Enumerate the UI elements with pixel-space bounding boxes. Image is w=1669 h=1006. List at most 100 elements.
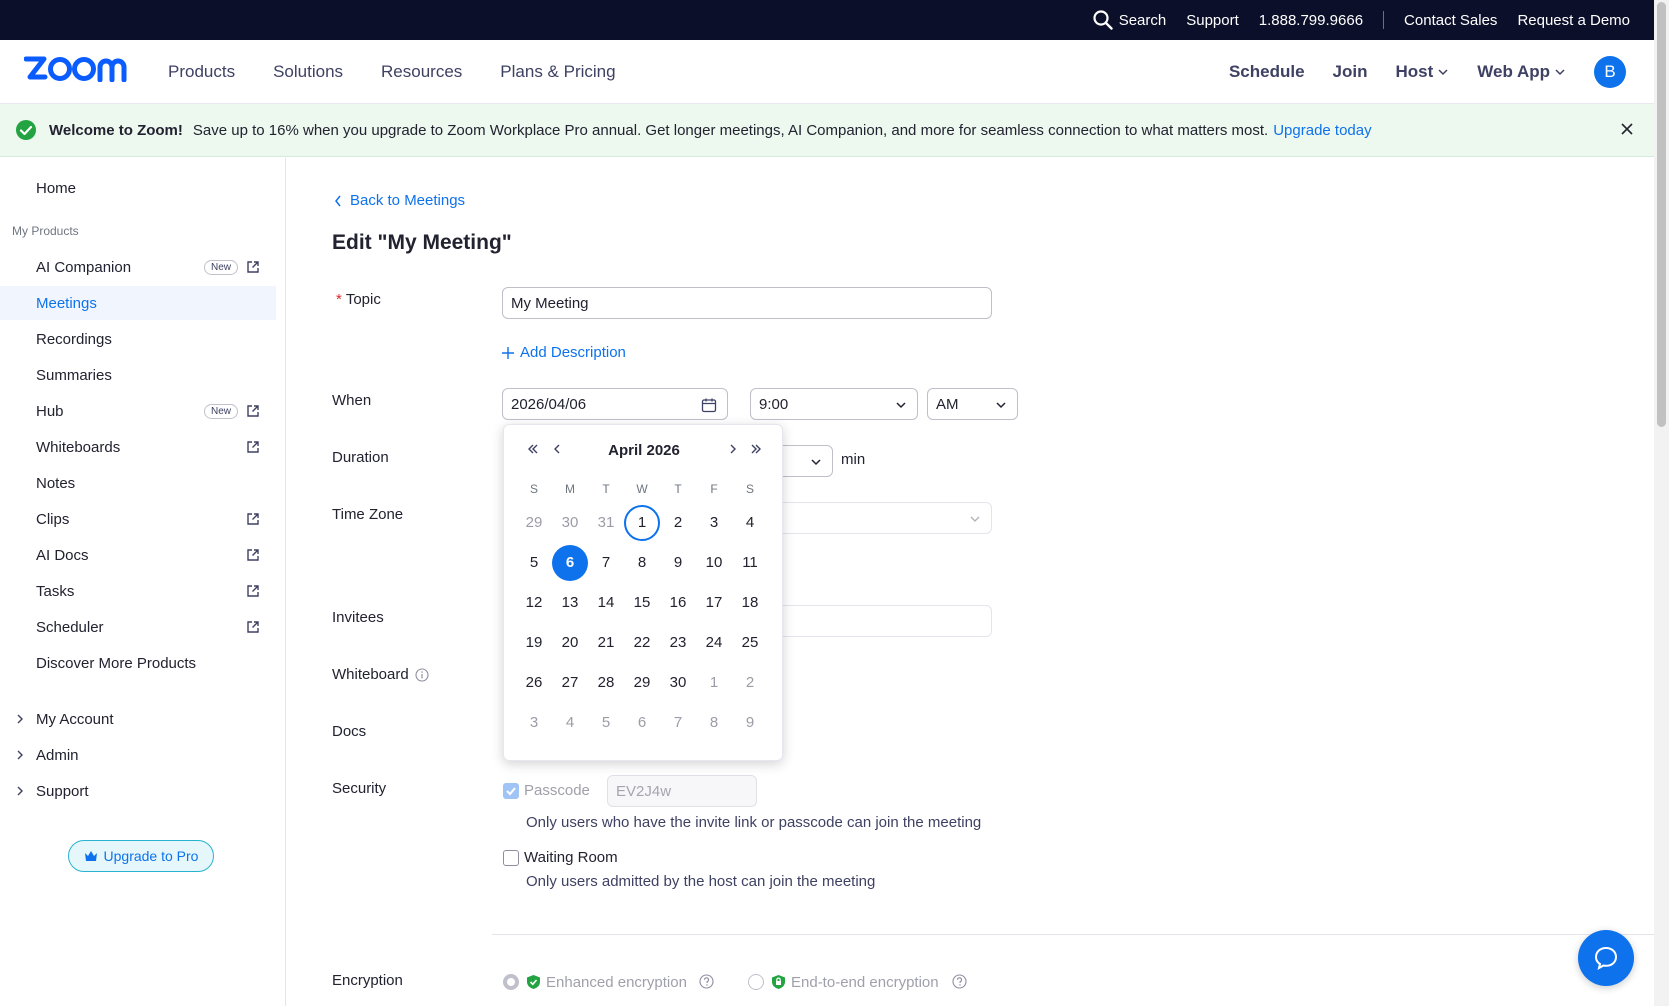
calendar-day[interactable]: 22	[624, 625, 660, 661]
calendar-day[interactable]: 7	[660, 705, 696, 741]
sidebar-item-clips[interactable]: Clips	[0, 502, 276, 536]
next-month-button[interactable]	[726, 442, 740, 456]
calendar-day[interactable]: 23	[660, 625, 696, 661]
sidebar-item-ai-docs[interactable]: AI Docs	[0, 538, 276, 572]
calendar-day[interactable]: 30	[552, 505, 588, 541]
sidebar-item-notes[interactable]: Notes	[0, 466, 276, 500]
calendar-day[interactable]: 28	[588, 665, 624, 701]
help-icon[interactable]	[952, 974, 967, 989]
enhanced-encryption-radio[interactable]	[503, 974, 519, 990]
sidebar-item-scheduler[interactable]: Scheduler	[0, 610, 276, 644]
calendar-day[interactable]: 31	[588, 505, 624, 541]
ampm-select[interactable]: AM	[927, 388, 1018, 420]
sidebar-item-ai-companion[interactable]: AI Companion New	[0, 250, 276, 284]
back-to-meetings-link[interactable]: Back to Meetings	[334, 192, 465, 209]
calendar-day[interactable]: 25	[732, 625, 768, 661]
sidebar-item-discover-more[interactable]: Discover More Products	[0, 646, 276, 680]
calendar-day[interactable]: 24	[696, 625, 732, 661]
help-icon[interactable]	[699, 974, 714, 989]
e2e-encryption-radio[interactable]	[748, 974, 764, 990]
waiting-room-checkbox[interactable]	[503, 850, 519, 866]
calendar-day[interactable]: 11	[732, 545, 768, 581]
nav-schedule[interactable]: Schedule	[1229, 62, 1305, 82]
calendar-day[interactable]: 4	[732, 505, 768, 541]
sidebar-item-recordings[interactable]: Recordings	[0, 322, 276, 356]
calendar-day[interactable]: 30	[660, 665, 696, 701]
scrollbar-thumb[interactable]	[1657, 2, 1666, 427]
phone-link[interactable]: 1.888.799.9666	[1259, 12, 1363, 29]
chat-button[interactable]	[1578, 930, 1634, 986]
add-description-link[interactable]: Add Description	[502, 344, 626, 361]
calendar-day[interactable]: 12	[516, 585, 552, 621]
calendar-day[interactable]: 14	[588, 585, 624, 621]
sidebar-item-hub[interactable]: Hub New	[0, 394, 276, 428]
calendar-day[interactable]: 7	[588, 545, 624, 581]
sidebar-item-home[interactable]: Home	[0, 171, 276, 205]
calendar-day[interactable]: 20	[552, 625, 588, 661]
passcode-checkbox[interactable]	[503, 783, 519, 799]
upgrade-to-pro-button[interactable]: Upgrade to Pro	[68, 840, 214, 872]
nav-plans-pricing[interactable]: Plans & Pricing	[500, 62, 615, 82]
page-scrollbar[interactable]	[1654, 0, 1669, 1006]
main-nav: Products Solutions Resources Plans & Pri…	[0, 40, 1654, 104]
close-icon[interactable]	[1620, 122, 1634, 136]
nav-host[interactable]: Host	[1396, 62, 1450, 82]
sidebar-item-support[interactable]: Support	[0, 774, 276, 808]
calendar-day[interactable]: 21	[588, 625, 624, 661]
zoom-logo[interactable]	[24, 56, 136, 82]
calendar-day[interactable]: 1	[696, 665, 732, 701]
nav-resources[interactable]: Resources	[381, 62, 462, 82]
calendar-day[interactable]: 4	[552, 705, 588, 741]
calendar-day[interactable]: 5	[588, 705, 624, 741]
calendar-day[interactable]: 17	[696, 585, 732, 621]
upgrade-today-link[interactable]: Upgrade today	[1273, 122, 1371, 139]
calendar-day[interactable]: 15	[624, 585, 660, 621]
calendar-day[interactable]: 27	[552, 665, 588, 701]
calendar-day[interactable]: 13	[552, 585, 588, 621]
sidebar-item-my-account[interactable]: My Account	[0, 702, 276, 736]
calendar-day[interactable]: 3	[516, 705, 552, 741]
nav-solutions[interactable]: Solutions	[273, 62, 343, 82]
calendar-day[interactable]: 8	[624, 545, 660, 581]
sidebar-item-label: Scheduler	[36, 618, 104, 636]
calendar-day[interactable]: 10	[696, 545, 732, 581]
request-demo-link[interactable]: Request a Demo	[1517, 12, 1630, 29]
sidebar-item-meetings[interactable]: Meetings	[0, 286, 276, 320]
chevron-down-icon	[1437, 66, 1449, 78]
nav-join[interactable]: Join	[1333, 62, 1368, 82]
sidebar-item-tasks[interactable]: Tasks	[0, 574, 276, 608]
calendar-day[interactable]: 16	[660, 585, 696, 621]
calendar-day[interactable]: 3	[696, 505, 732, 541]
timezone-select[interactable]	[750, 502, 992, 534]
calendar-day[interactable]: 6	[624, 705, 660, 741]
sidebar-item-summaries[interactable]: Summaries	[0, 358, 276, 392]
topic-input[interactable]: My Meeting	[502, 287, 992, 319]
calendar-day[interactable]: 2	[660, 505, 696, 541]
calendar-day[interactable]: 6	[552, 545, 588, 581]
calendar-day[interactable]: 8	[696, 705, 732, 741]
calendar-day[interactable]: 19	[516, 625, 552, 661]
calendar-day[interactable]: 18	[732, 585, 768, 621]
contact-sales-link[interactable]: Contact Sales	[1404, 12, 1497, 29]
calendar-day[interactable]: 9	[660, 545, 696, 581]
avatar[interactable]: B	[1594, 56, 1626, 88]
search-link[interactable]: Search	[1093, 10, 1166, 30]
invitees-input[interactable]	[750, 605, 992, 637]
nav-products[interactable]: Products	[168, 62, 235, 82]
passcode-input[interactable]: EV2J4w	[607, 775, 757, 807]
sidebar-item-admin[interactable]: Admin	[0, 738, 276, 772]
calendar-day[interactable]: 5	[516, 545, 552, 581]
next-year-button[interactable]	[749, 442, 763, 456]
calendar-day[interactable]: 1	[624, 505, 660, 541]
calendar-day[interactable]: 9	[732, 705, 768, 741]
sidebar-item-whiteboards[interactable]: Whiteboards	[0, 430, 276, 464]
support-link[interactable]: Support	[1186, 12, 1239, 29]
calendar-day[interactable]: 29	[624, 665, 660, 701]
calendar-day[interactable]: 29	[516, 505, 552, 541]
calendar-day[interactable]: 2	[732, 665, 768, 701]
date-input[interactable]: 2026/04/06	[502, 388, 728, 420]
info-icon[interactable]	[415, 667, 429, 682]
nav-web-app[interactable]: Web App	[1477, 62, 1566, 82]
time-select[interactable]: 9:00	[750, 388, 918, 420]
calendar-day[interactable]: 26	[516, 665, 552, 701]
